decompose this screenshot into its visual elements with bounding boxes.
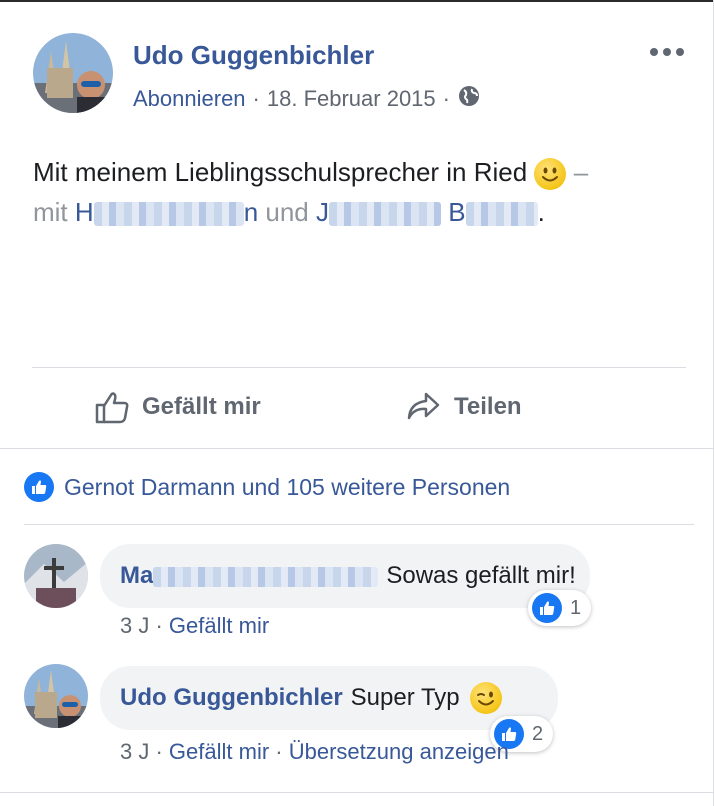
post-text-period: .: [537, 197, 545, 227]
like-reaction-icon: [532, 593, 562, 623]
comment-text: Super Typ: [350, 684, 460, 711]
smile-emoji-icon: [534, 158, 567, 191]
post-meta: Abonnieren · 18. Februar 2015 ·: [133, 84, 481, 114]
meta-separator: ·: [442, 86, 450, 111]
like-button-label: Gefällt mir: [142, 393, 261, 420]
post-text: Mit meinem Lieblingsschulsprecher in Rie…: [33, 152, 588, 232]
wink-emoji-icon: [469, 682, 502, 714]
likes-summary-text: Gernot Darmann und 105 weitere Personen: [64, 473, 511, 500]
comment-bubble: Ma Sowas gefällt mir!: [100, 544, 590, 608]
share-arrow-icon: [407, 392, 440, 420]
divider: [0, 792, 714, 793]
post-text-dash: –: [573, 157, 589, 187]
translate-link[interactable]: Übersetzung anzeigen: [289, 739, 509, 764]
divider: [24, 524, 694, 525]
comment-like-link[interactable]: Gefällt mir: [169, 613, 269, 638]
commenter-name[interactable]: Ma: [120, 562, 379, 590]
post-text-line-1: Mit meinem Lieblingsschulsprecher in Rie…: [33, 152, 588, 192]
globe-icon[interactable]: [457, 84, 481, 114]
and-text: und: [265, 197, 309, 227]
share-button-label: Teilen: [454, 393, 522, 420]
commenter-name[interactable]: Udo Guggenbichler: [120, 684, 343, 712]
reaction-count: 1: [570, 596, 582, 619]
post-text-line-2: mit Hn und J B.: [33, 192, 588, 232]
thumbs-up-icon: [95, 392, 129, 424]
commenter-avatar[interactable]: [24, 544, 88, 608]
comment-reaction-count[interactable]: 1: [528, 590, 592, 626]
likes-summary[interactable]: Gernot Darmann und 105 weitere Personen: [24, 472, 510, 502]
divider: [32, 367, 686, 368]
like-button[interactable]: Gefällt mir: [94, 389, 261, 425]
meta-separator: ·: [252, 86, 260, 111]
follow-link[interactable]: Abonnieren: [133, 86, 246, 112]
top-border: [0, 0, 714, 2]
reaction-count: 2: [532, 722, 544, 745]
commenter-avatar[interactable]: [24, 664, 88, 728]
author-avatar[interactable]: [33, 33, 113, 113]
post-text-main: Mit meinem Lieblingsschulsprecher in Rie…: [33, 157, 528, 187]
divider: [0, 448, 714, 449]
comment-age[interactable]: 3 J: [120, 613, 149, 638]
comment-age[interactable]: 3 J: [120, 739, 149, 764]
tagged-person-1[interactable]: Hn: [75, 197, 258, 227]
comment-meta: 3 J · Gefällt mir · Übersetzung anzeigen: [120, 739, 509, 764]
with-text: mit: [33, 197, 68, 227]
comment-bubble: Udo Guggenbichler Super Typ: [100, 666, 558, 730]
share-button[interactable]: Teilen: [406, 389, 522, 425]
post-date[interactable]: 18. Februar 2015: [267, 86, 436, 112]
like-reaction-icon: [24, 472, 54, 502]
comment-meta: 3 J · Gefällt mir: [120, 613, 270, 638]
comment-like-link[interactable]: Gefällt mir: [169, 739, 269, 764]
comment-text: Sowas gefällt mir!: [386, 562, 576, 589]
tagged-person-2[interactable]: J B: [316, 197, 538, 227]
more-options-icon[interactable]: [650, 45, 684, 59]
post-author-name[interactable]: Udo Guggenbichler: [133, 40, 374, 71]
